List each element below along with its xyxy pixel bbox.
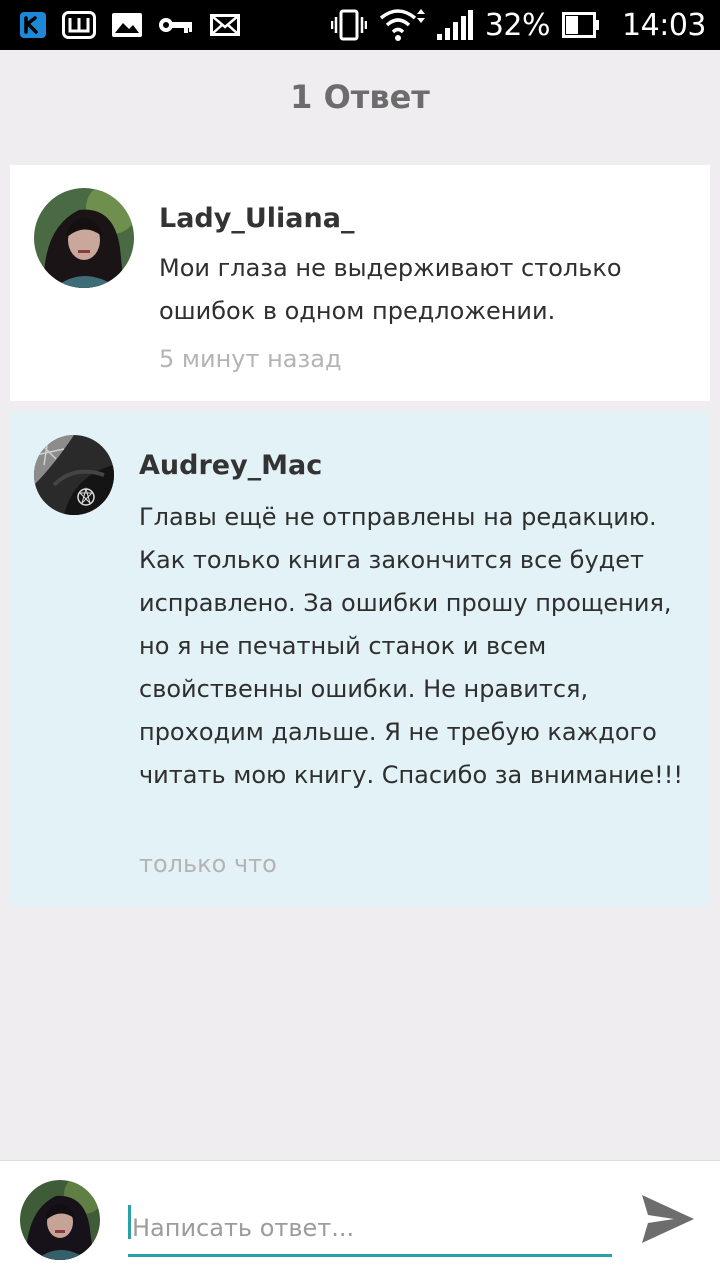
comment-time: 5 минут назад — [159, 345, 342, 373]
reply-input[interactable] — [128, 1201, 612, 1257]
w-app-icon — [62, 11, 96, 39]
signal-icon — [436, 10, 473, 40]
page-title: 1 Ответ — [290, 78, 430, 116]
comment-card[interactable]: Lady_Uliana_ Мои глаза не выдерживают ст… — [10, 165, 710, 401]
image-icon — [112, 13, 142, 37]
clock: 14:03 — [622, 7, 706, 43]
avatar[interactable] — [20, 1180, 100, 1260]
battery-percent: 32% — [484, 7, 551, 43]
wifi-icon — [379, 8, 425, 42]
vk-icon — [20, 12, 46, 38]
send-icon — [640, 1193, 696, 1250]
vibrate-icon — [330, 9, 367, 41]
text-cursor — [128, 1205, 131, 1239]
reply-bar — [0, 1160, 720, 1281]
mail-icon — [210, 14, 240, 36]
avatar[interactable] — [34, 435, 114, 515]
comment-author[interactable]: Lady_Uliana_ — [159, 203, 354, 234]
comment-author[interactable]: Audrey_Mac — [139, 450, 322, 481]
comment-text: Главы ещё не отправлены на редакцию. Как… — [139, 503, 684, 789]
status-bar: 32% 14:03 — [0, 0, 720, 50]
send-button[interactable] — [636, 1189, 700, 1253]
avatar[interactable] — [34, 188, 134, 288]
battery-icon — [562, 12, 600, 38]
key-icon — [158, 15, 194, 35]
comment-text: Мои глаза не выдерживают столько ошибок … — [159, 254, 622, 325]
comment-time: только что — [139, 850, 277, 878]
comment-card[interactable]: Audrey_Mac Главы ещё не отправлены на ре… — [10, 412, 710, 906]
